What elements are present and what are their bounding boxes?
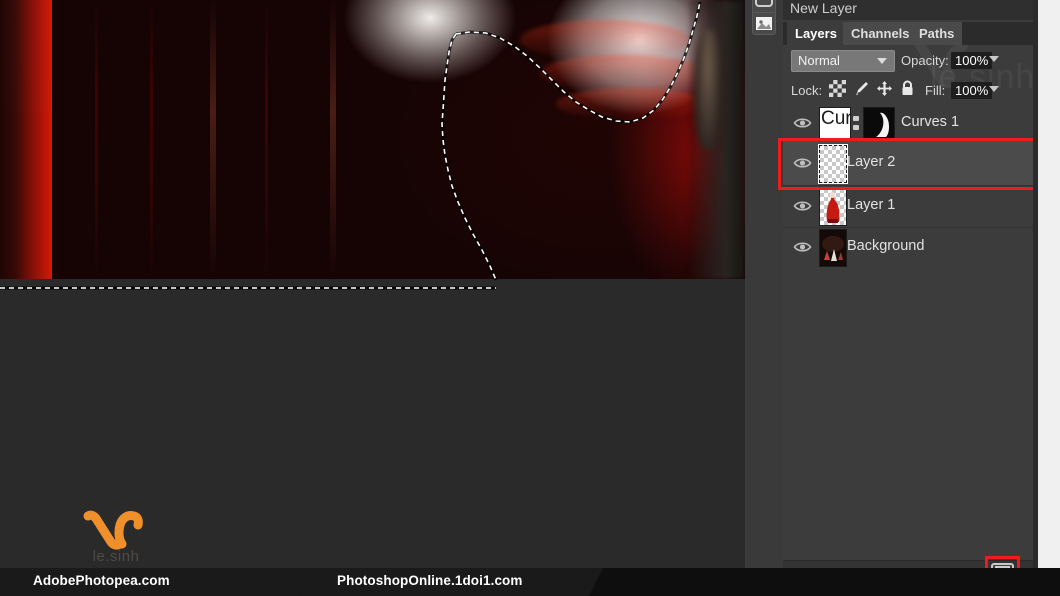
blend-mode-value: Normal	[798, 53, 840, 68]
tab-paths[interactable]: Paths	[911, 22, 963, 45]
layer-thumbnail-cutout[interactable]	[819, 188, 847, 226]
layer-name[interactable]: Curves 1	[901, 114, 959, 130]
opacity-value[interactable]: 100%	[951, 52, 993, 69]
opacity-chevron-down-icon[interactable]	[989, 56, 999, 62]
visibility-toggle-icon[interactable]	[793, 240, 812, 254]
highlight-box-layer-2	[778, 138, 1042, 190]
blend-mode-select[interactable]: Normal	[791, 50, 895, 72]
le-sinh-logo-text: le.sinh	[92, 548, 140, 565]
tab-layers[interactable]: Layers	[787, 22, 845, 45]
checkerboard-glyph	[829, 80, 846, 97]
image-thumbnail-icon[interactable]	[752, 12, 776, 35]
page-right-strip	[1038, 0, 1060, 596]
lock-image-pixels-icon[interactable]	[853, 80, 870, 102]
image-thumbnail-glyph	[756, 17, 772, 30]
status-label-photoshoponline: PhotoshopOnline.1doi1.com	[337, 573, 523, 588]
mask-shape-glyph	[876, 112, 890, 137]
lock-position-icon[interactable]	[876, 80, 893, 102]
lock-row: Lock: Fill: 100%	[783, 78, 1033, 104]
panel-titlebar: New Layer	[783, 0, 1033, 20]
move-arrows-glyph	[877, 81, 892, 96]
link-chain-glyph	[853, 116, 859, 130]
lock-transparent-pixels-icon[interactable]	[829, 80, 846, 102]
layer-row-background[interactable]: Background	[783, 227, 1033, 267]
tab-channels[interactable]: Channels	[843, 22, 918, 45]
padlock-glyph	[902, 80, 913, 95]
fill-value[interactable]: 100%	[951, 82, 993, 99]
panel-icon-rail	[745, 0, 784, 568]
curves-thumb-badge: Cur	[821, 108, 852, 129]
layer-row-curves-1[interactable]: Cur Curves 1	[783, 104, 1033, 142]
new-layer-tooltip: New Layer	[790, 0, 857, 16]
fill-label: Fill:	[925, 83, 946, 98]
opacity-label: Opacity:	[901, 53, 949, 68]
le-sinh-logo: le.sinh	[78, 508, 150, 568]
layer-name[interactable]: Background	[847, 238, 924, 254]
eye-glyph	[793, 201, 812, 211]
link-mask-icon[interactable]	[852, 114, 861, 137]
status-label-adobephotopea: AdobePhotopea.com	[33, 573, 170, 588]
blend-opacity-row: Normal Opacity: 100%	[783, 48, 1033, 74]
brush-glyph	[856, 82, 868, 95]
panel-tabs: Layers Channels Paths	[783, 22, 1033, 45]
layer-thumbnail-background[interactable]	[819, 229, 847, 267]
background-photo-glyph	[820, 230, 846, 266]
layer-mask-thumbnail[interactable]	[863, 106, 895, 141]
visibility-toggle-icon[interactable]	[793, 116, 812, 130]
visibility-toggle-icon[interactable]	[793, 199, 812, 213]
photoshop-window: le.sinh le.sinh New Layer Layers Channel…	[0, 0, 1060, 596]
layer-name[interactable]: Layer 1	[847, 197, 895, 213]
layer-row-layer-1[interactable]: Layer 1	[783, 185, 1033, 228]
canvas-area[interactable]: le.sinh	[0, 0, 745, 568]
status-bar: AdobePhotopea.com PhotoshopOnline.1doi1.…	[0, 568, 1060, 596]
eye-glyph	[793, 242, 812, 252]
chevron-down-icon	[877, 58, 887, 64]
le-sinh-logo-mark	[83, 510, 143, 550]
cutout-figure-glyph	[826, 192, 840, 223]
fill-chevron-down-icon[interactable]	[989, 86, 999, 92]
eye-glyph	[793, 117, 812, 128]
selection-marching-ants	[0, 1, 702, 290]
lock-all-icon[interactable]	[899, 80, 916, 102]
lock-label: Lock:	[791, 83, 823, 98]
